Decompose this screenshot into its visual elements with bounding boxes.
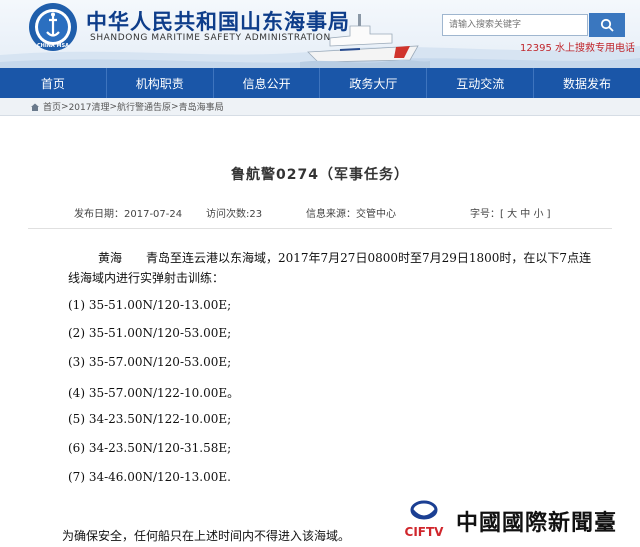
- font-size-small-button[interactable]: 小: [533, 209, 543, 220]
- font-size-label: 字号：[: [470, 209, 504, 220]
- body-paragraph-line-1: 黄海 青岛至连云港以东海域，2017年7月27日0800时至7月29日1800时…: [98, 251, 592, 265]
- ciftv-logo-text: CIFTV: [405, 525, 445, 539]
- coordinate-item: (7) 34-46.00N/120-13.00E.: [68, 470, 231, 484]
- font-size-medium-button[interactable]: 中: [520, 209, 530, 220]
- closing-notice: 为确保安全，任何船只在上述时间内不得进入该海域。: [62, 529, 351, 543]
- coordinate-item: (5) 34-23.50N/122-10.00E;: [68, 412, 232, 426]
- breadcrumb-separator: >: [61, 101, 69, 112]
- nav-item-info-disclosure[interactable]: 信息公开: [214, 68, 321, 98]
- msa-logo[interactable]: CHINA MSA: [28, 2, 78, 52]
- breadcrumb-separator: >: [171, 101, 179, 112]
- nav-item-data-release[interactable]: 数据发布: [534, 68, 640, 98]
- hotline-text: 12395 水上搜救专用电话: [520, 43, 635, 54]
- patrol-ship-image: [300, 14, 430, 68]
- breadcrumb-home[interactable]: 首页: [43, 100, 61, 113]
- article-title: 鲁航警0274（军事任务）: [231, 167, 409, 183]
- coordinate-item: (1) 35-51.00N/120-13.00E;: [68, 298, 232, 312]
- nav-item-government-hall[interactable]: 政务大厅: [320, 68, 428, 98]
- coordinate-item: (3) 35-57.00N/120-53.00E;: [68, 355, 232, 369]
- coordinate-item: (4) 35-57.00N/122-10.00E。: [68, 386, 240, 400]
- info-source: 信息来源：交管中心: [306, 209, 396, 220]
- ciftv-watermark-text: 中國國際新聞臺: [456, 510, 618, 536]
- search-icon: [600, 18, 614, 32]
- nav-item-home[interactable]: 首页: [0, 68, 107, 98]
- site-header: CHINA MSA 中华人民共和国山东海事局 SHANDONG MARITIME…: [0, 0, 640, 68]
- body-paragraph-line-2: 线海域内进行实弹射击训练：: [68, 271, 225, 285]
- breadcrumb-qingdao-msa[interactable]: 青岛海事局: [179, 100, 224, 113]
- breadcrumb-navigation-notices[interactable]: 航行警通告原: [117, 100, 171, 113]
- nav-item-organization[interactable]: 机构职责: [107, 68, 214, 98]
- view-count: 访问次数:23: [206, 209, 263, 220]
- font-size-control: 字号：[ 大 中 小 ]: [470, 205, 551, 220]
- breadcrumb-2017-cleanup[interactable]: 2017清理: [69, 100, 110, 113]
- main-nav: 首页 机构职责 信息公开 政务大厅 互动交流 数据发布: [0, 68, 640, 98]
- nav-item-interaction[interactable]: 互动交流: [427, 68, 535, 98]
- font-size-large-button[interactable]: 大: [507, 209, 517, 220]
- search-input[interactable]: [442, 14, 588, 36]
- logo-text: CHINA MSA: [37, 43, 69, 49]
- search-button[interactable]: [589, 13, 625, 37]
- meta-divider: [28, 228, 612, 229]
- breadcrumb: 首页 > 2017清理 > 航行警通告原 > 青岛海事局: [0, 98, 640, 116]
- home-icon: [31, 103, 39, 111]
- ciftv-watermark-logo: CIFTV: [405, 500, 445, 539]
- site-subtitle: SHANDONG MARITIME SAFETY ADMINISTRATION: [90, 33, 331, 43]
- font-size-close: ]: [546, 209, 551, 220]
- publish-date: 发布日期：2017-07-24: [74, 209, 183, 220]
- breadcrumb-separator: >: [109, 101, 118, 112]
- coordinate-item: (6) 34-23.50N/120-31.58E;: [68, 441, 232, 455]
- coordinate-item: (2) 35-51.00N/120-53.00E;: [68, 326, 232, 340]
